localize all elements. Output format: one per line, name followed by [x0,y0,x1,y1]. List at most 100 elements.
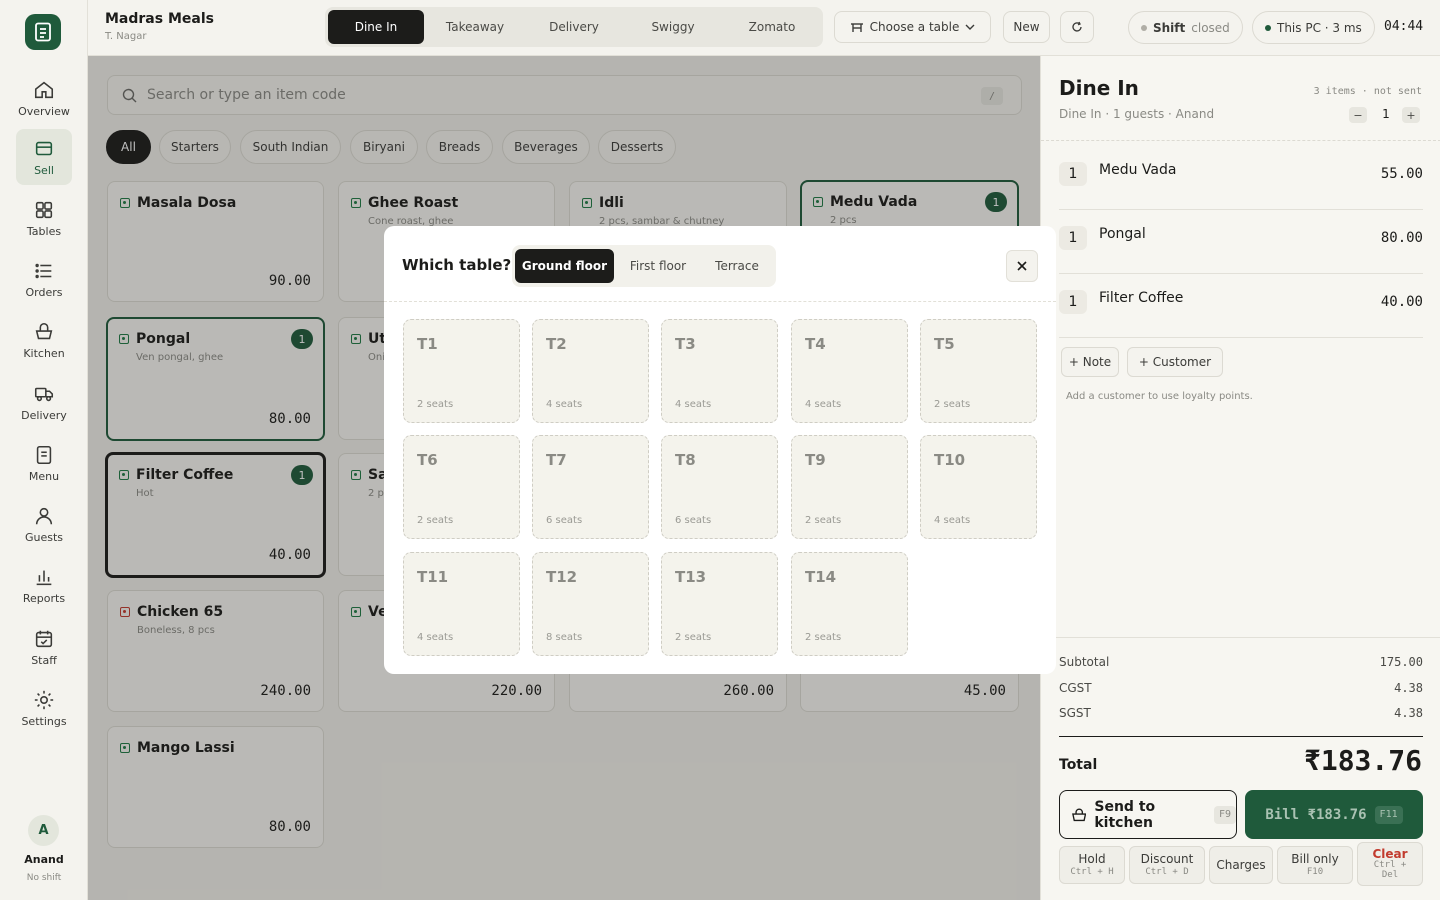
line-name: Medu Vada [1099,162,1177,178]
table-name: T10 [934,451,966,469]
table-seats: 4 seats [805,399,842,410]
tab-zomato[interactable]: Zomato [724,10,820,44]
nav-kitchen[interactable]: Kitchen [16,312,72,368]
nav-sell[interactable]: Sell [16,129,72,185]
order-line[interactable]: 1 Pongal 80.00 [1059,210,1423,274]
table-cell[interactable]: T3 4 seats [661,319,778,423]
table-cell[interactable]: T2 4 seats [532,319,649,423]
nav-menu[interactable]: Menu [16,435,72,491]
table-seats: 2 seats [805,515,842,526]
table-cell[interactable]: T8 6 seats [661,435,778,539]
close-icon [1017,261,1027,271]
hold-shortcut: Ctrl + H [1070,866,1114,877]
basket-icon [1072,808,1087,821]
send-shortcut: F9 [1213,805,1236,824]
shift-status: closed [1191,20,1230,35]
close-button[interactable] [1006,250,1038,282]
table-cell[interactable]: T11 4 seats [403,552,520,656]
nav-staff[interactable]: Staff [16,619,72,675]
nav-tables[interactable]: Tables [16,190,72,246]
avatar[interactable]: A [28,815,59,846]
table-cell[interactable]: T1 2 seats [403,319,520,423]
line-price: 80.00 [1380,230,1423,246]
line-qty[interactable]: 1 [1059,290,1087,314]
table-cell[interactable]: T4 4 seats [791,319,908,423]
table-cell[interactable]: T9 2 seats [791,435,908,539]
app-logo[interactable] [25,14,61,50]
tab-delivery[interactable]: Delivery [526,10,622,44]
order-subtitle: Dine In · 1 guests · Anand [1059,107,1215,121]
nav-delivery[interactable]: Delivery [16,374,72,430]
guest-decrement-button[interactable]: − [1349,107,1367,123]
send-label: Send to kitchen [1094,798,1156,831]
nav-settings[interactable]: Settings [16,680,72,736]
table-cell[interactable]: T5 2 seats [920,319,1037,423]
store-location: T. Nagar [105,31,147,42]
tab-swiggy[interactable]: Swiggy [625,10,721,44]
send-to-kitchen-button[interactable]: Send to kitchen F9 [1059,790,1237,839]
tab-takeaway[interactable]: Takeaway [427,10,523,44]
register-icon [35,141,53,155]
charges-button[interactable]: Charges [1209,846,1273,884]
new-order-button[interactable]: New [1003,11,1050,43]
choose-table-button[interactable]: Choose a table [834,11,991,43]
order-line[interactable]: 1 Medu Vada 55.00 [1059,146,1423,210]
bill-only-label: Bill only [1291,852,1339,867]
shift-status-pill[interactable]: Shift closed [1128,11,1243,44]
tab-dine-in[interactable]: Dine In [328,10,424,44]
register-icon [35,22,51,42]
bill-label: Bill ₹183.76 [1265,806,1367,823]
tab-first-floor[interactable]: First floor [618,249,698,283]
sgst-row: SGST 4.38 [1059,706,1423,720]
nav-label: Guests [24,530,64,544]
refresh-button[interactable] [1060,11,1094,43]
table-cell[interactable]: T13 2 seats [661,552,778,656]
guest-increment-button[interactable]: + [1402,107,1420,123]
nav-label: Reports [22,591,66,605]
table-cell[interactable]: T14 2 seats [791,552,908,656]
hold-button[interactable]: Hold Ctrl + H [1059,846,1125,884]
table-seats: 4 seats [675,399,712,410]
bill-only-shortcut: F10 [1306,866,1324,877]
tab-ground-floor[interactable]: Ground floor [515,249,614,283]
device-status-pill[interactable]: This PC · 3 ms [1252,11,1375,44]
nav-label: Delivery [21,408,67,422]
floor-tabs: Ground floor First floor Terrace [512,245,776,287]
table-name: T12 [546,568,578,586]
nav-reports[interactable]: Reports [16,557,72,613]
line-name: Pongal [1099,226,1146,242]
grid-icon [35,201,53,218]
table-cell[interactable]: T12 8 seats [532,552,649,656]
table-name: T1 [417,335,438,353]
table-cell[interactable]: T6 2 seats [403,435,520,539]
sgst-value: 4.38 [1394,706,1423,720]
document-icon [36,445,52,464]
tab-terrace[interactable]: Terrace [702,249,772,283]
table-name: T13 [675,568,707,586]
subtotal-row: Subtotal 175.00 [1059,655,1423,669]
nav-orders[interactable]: Orders [16,251,72,307]
line-qty[interactable]: 1 [1059,162,1087,186]
add-customer-button[interactable]: + Customer [1127,347,1223,377]
nav-overview[interactable]: Overview [16,70,72,126]
discount-button[interactable]: Discount Ctrl + D [1129,846,1205,884]
line-name: Filter Coffee [1099,290,1184,306]
table-name: T4 [805,335,826,353]
add-note-button[interactable]: + Note [1061,347,1119,377]
table-cell[interactable]: T10 4 seats [920,435,1037,539]
divider [1059,736,1423,737]
order-line[interactable]: 1 Filter Coffee 40.00 [1059,274,1423,338]
clear-button[interactable]: Clear Ctrl + Del [1357,842,1423,886]
table-cell[interactable]: T7 6 seats [532,435,649,539]
bill-button[interactable]: Bill ₹183.76 F11 [1245,790,1423,839]
table-name: T8 [675,451,696,469]
divider [1041,637,1440,638]
topbar: Madras Meals T. Nagar Dine In Takeaway D… [88,0,1440,56]
bill-only-button[interactable]: Bill only F10 [1277,846,1353,884]
line-qty[interactable]: 1 [1059,226,1087,250]
device-status: This PC · 3 ms [1277,20,1362,35]
nav-guests[interactable]: Guests [16,496,72,552]
line-price: 55.00 [1380,166,1423,182]
nav-label: Settings [21,714,67,728]
total-value: ₹183.76 [1303,744,1422,777]
